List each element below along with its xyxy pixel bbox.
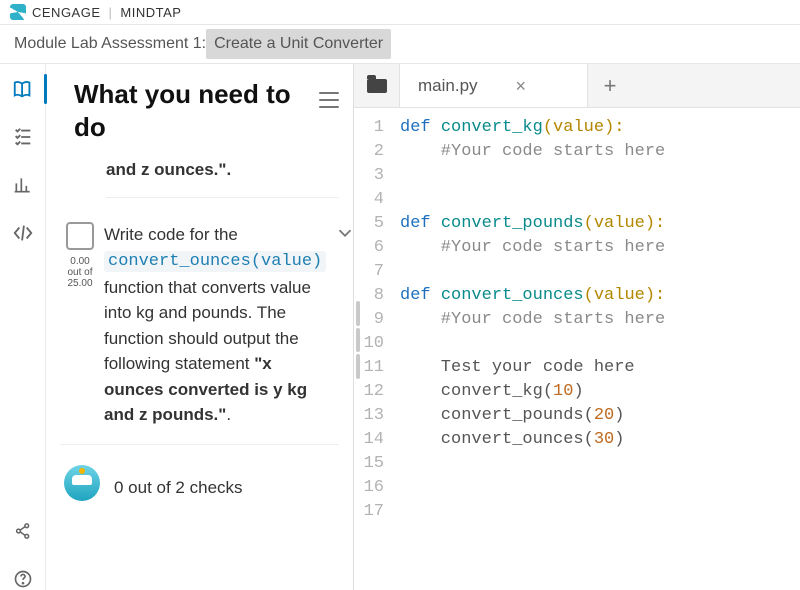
tab-label: main.py [418, 76, 478, 96]
instructions-panel: What you need to do and z ounces.". 0.00… [46, 64, 354, 590]
workspace: What you need to do and z ounces.". 0.00… [0, 64, 800, 590]
code-icon[interactable] [12, 222, 34, 244]
chevron-down-icon[interactable] [334, 222, 353, 244]
task-lead: Write code for the [104, 225, 238, 244]
editor-tabbar: main.py × + [354, 64, 800, 108]
tab-main-py[interactable]: main.py × [400, 64, 588, 107]
brand-name: CENGAGE [32, 5, 101, 20]
cengage-logo-icon [10, 4, 26, 20]
panel-header: What you need to do [46, 64, 353, 153]
book-icon[interactable] [12, 78, 34, 100]
code-editor: main.py × + 1 2 3 4 5 6 7 8 9 10 11 12 1… [354, 64, 800, 590]
help-icon[interactable] [12, 568, 34, 590]
brand-divider: | [107, 5, 115, 20]
task-after: function that converts value into kg and… [104, 278, 311, 374]
task-body: Write code for the convert_ounces(value)… [104, 222, 352, 428]
panel-resize-handle[interactable] [354, 300, 362, 380]
file-explorer-button[interactable] [354, 64, 400, 107]
panel-menu-icon[interactable] [319, 92, 339, 108]
bot-message: 0 out of 2 checks [114, 465, 339, 501]
checklist-icon[interactable] [12, 126, 34, 148]
breadcrumb-prefix: Module Lab Assessment 1: [14, 35, 206, 53]
code-area[interactable]: 1 2 3 4 5 6 7 8 9 10 11 12 13 14 15 16 1… [354, 108, 800, 590]
code-content[interactable]: def convert_kg(value): #Your code starts… [392, 108, 800, 590]
panel-heading: What you need to do [74, 78, 309, 143]
breadcrumb-current: Create a Unit Converter [206, 29, 391, 59]
close-icon[interactable]: × [516, 77, 527, 95]
task-card: 0.00 out of 25.00 Write code for the con… [60, 212, 339, 445]
task-checkbox[interactable] [66, 222, 94, 250]
prev-task-tail-text: and z ounces.". [106, 160, 231, 179]
bot-feedback: 0 out of 2 checks [46, 459, 353, 501]
folder-icon [367, 79, 387, 93]
panel-scroll[interactable]: and z ounces.". 0.00 out of 25.00 Write … [46, 153, 353, 590]
add-tab-button[interactable]: + [588, 64, 632, 107]
task-score: 0.00 out of 25.00 [67, 256, 92, 289]
breadcrumb: Module Lab Assessment 1: Create a Unit C… [0, 24, 800, 64]
side-rail [0, 64, 46, 590]
share-icon[interactable] [12, 520, 34, 542]
bot-avatar-icon [64, 465, 100, 501]
bar-chart-icon[interactable] [12, 174, 34, 196]
prev-task-tail: and z ounces.". [106, 153, 339, 198]
task-code-chip: convert_ounces(value) [104, 251, 326, 272]
brand-bar: CENGAGE | MINDTAP [0, 0, 800, 24]
brand-product: MINDTAP [120, 5, 181, 20]
